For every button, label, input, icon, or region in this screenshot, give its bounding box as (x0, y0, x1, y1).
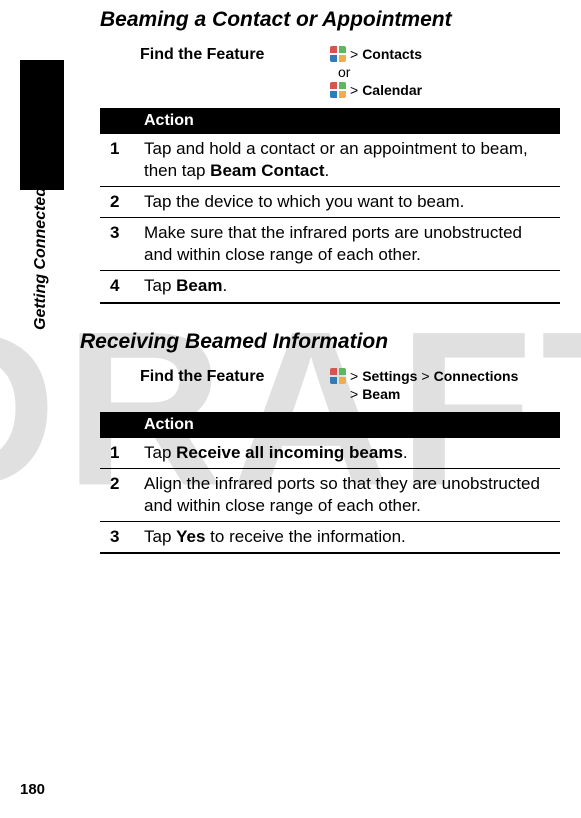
table-header-blank (100, 412, 134, 438)
step-pre: Tap and hold a contact or an appointment… (144, 139, 528, 180)
or-label: or (338, 64, 560, 80)
side-tab (20, 60, 64, 190)
step-number: 3 (100, 218, 134, 271)
step-text: Make sure that the infrared ports are un… (134, 218, 560, 271)
section1-title: Beaming a Contact or Appointment (100, 8, 560, 32)
step-post: . (324, 161, 329, 180)
step-text: Tap the device to which you want to beam… (134, 187, 560, 218)
table-row: 2 Align the infrared ports so that they … (100, 468, 560, 521)
table-row: 3 Tap Yes to receive the information. (100, 521, 560, 553)
step-bold: Yes (176, 527, 205, 546)
path-contacts: Contacts (362, 46, 422, 62)
step-number: 2 (100, 468, 134, 521)
step-text: Align the infrared ports so that they ar… (134, 468, 560, 521)
content-area: Beaming a Contact or Appointment Find th… (100, 0, 560, 580)
step-number: 2 (100, 187, 134, 218)
gt-symbol: > (350, 368, 358, 384)
step-number: 4 (100, 271, 134, 303)
step-text: Tap Yes to receive the information. (134, 521, 560, 553)
step-pre: Make sure that the infrared ports are un… (144, 223, 522, 264)
page-number: 180 (20, 781, 45, 798)
windows-icon (330, 368, 346, 384)
table-row: 4 Tap Beam. (100, 271, 560, 303)
section2-path-line1: > Settings > Connections (330, 368, 560, 384)
section2-paths: > Settings > Connections > Beam (330, 368, 560, 404)
side-label: Getting Connected (32, 187, 50, 330)
gt-symbol: > (421, 368, 429, 384)
step-pre: Tap (144, 443, 176, 462)
step-post: to receive the information. (205, 527, 405, 546)
table-row: 3 Make sure that the infrared ports are … (100, 218, 560, 271)
step-bold: Beam (176, 276, 222, 295)
step-pre: Tap the device to which you want to beam… (144, 192, 464, 211)
path-connections: Connections (434, 368, 519, 384)
table-header-blank (100, 108, 134, 134)
step-number: 1 (100, 438, 134, 469)
section1-find-feature: Find the Feature > Contacts or > Calenda… (140, 46, 560, 100)
step-pre: Tap (144, 276, 176, 295)
section1-table: Action 1 Tap and hold a contact or an ap… (100, 108, 560, 304)
table-row: 1 Tap Receive all incoming beams. (100, 438, 560, 469)
step-bold: Receive all incoming beams (176, 443, 403, 462)
section2-table: Action 1 Tap Receive all incoming beams.… (100, 412, 560, 554)
page: Getting Connected Beaming a Contact or A… (0, 0, 581, 818)
gt-symbol: > (350, 82, 358, 98)
windows-icon (330, 46, 346, 62)
step-pre: Tap (144, 527, 176, 546)
section2-path-line2: > Beam (350, 386, 560, 402)
step-post: . (222, 276, 227, 295)
step-number: 1 (100, 134, 134, 187)
step-text: Tap Beam. (134, 271, 560, 303)
windows-icon (330, 82, 346, 98)
step-text: Tap and hold a contact or an appointment… (134, 134, 560, 187)
section1-paths: > Contacts or > Calendar (330, 46, 560, 100)
section2-title: Receiving Beamed Information (80, 330, 560, 354)
section1-path1: > Contacts (330, 46, 560, 62)
table-header-action: Action (134, 412, 560, 438)
find-feature-label: Find the Feature (140, 46, 330, 64)
section2-find-feature: Find the Feature > Settings > Connection… (140, 368, 560, 404)
step-number: 3 (100, 521, 134, 553)
step-text: Tap Receive all incoming beams. (134, 438, 560, 469)
table-row: 1 Tap and hold a contact or an appointme… (100, 134, 560, 187)
find-feature-label: Find the Feature (140, 368, 330, 386)
gt-symbol: > (350, 386, 358, 402)
step-pre: Align the infrared ports so that they ar… (144, 474, 540, 515)
step-post: . (403, 443, 408, 462)
table-header-action: Action (134, 108, 560, 134)
section1-path2: > Calendar (330, 82, 560, 98)
path-settings: Settings (362, 368, 417, 384)
table-row: 2 Tap the device to which you want to be… (100, 187, 560, 218)
gt-symbol: > (350, 46, 358, 62)
step-bold: Beam Contact (210, 161, 324, 180)
path-beam: Beam (362, 386, 400, 402)
path-calendar: Calendar (362, 82, 422, 98)
